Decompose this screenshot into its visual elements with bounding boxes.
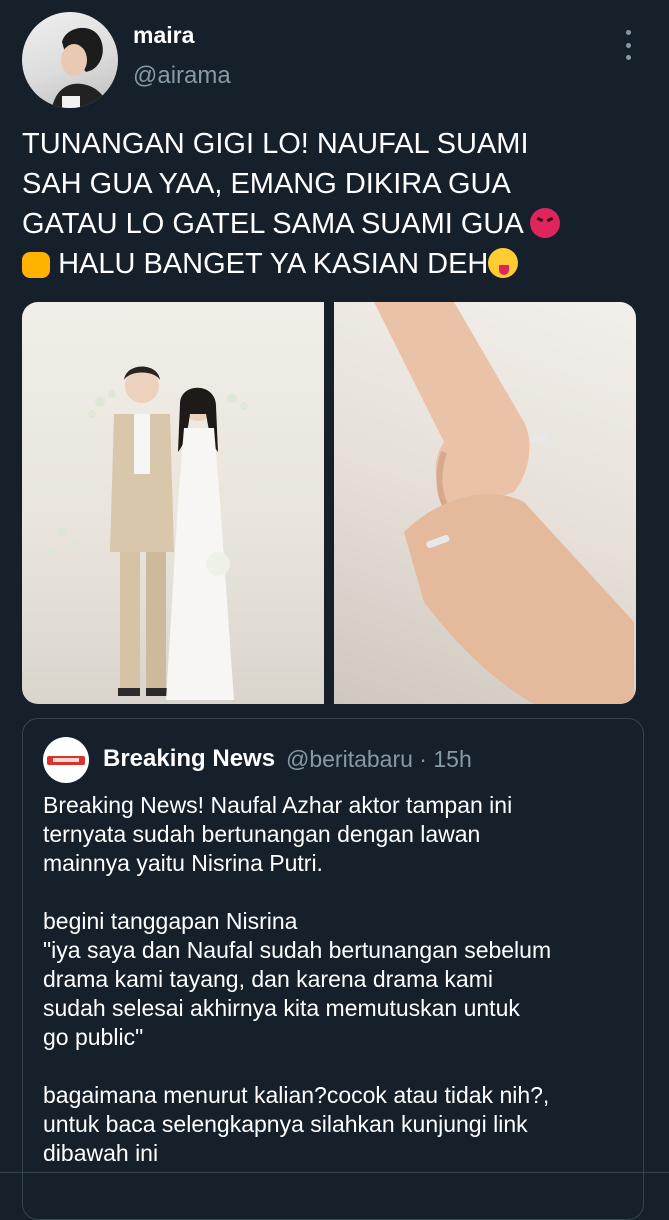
fist-icon xyxy=(22,252,50,278)
zany-face-icon xyxy=(488,248,519,278)
rings-photo[interactable] xyxy=(334,302,636,704)
quoted-author-meta: @beritabaru · 15h xyxy=(286,746,472,772)
quoted-paragraph: bagaimana menurut kalian?cocok atau tida… xyxy=(43,1082,550,1166)
couple-illustration xyxy=(48,366,248,700)
tweet-line: HALU BANGET YA KASIAN DEH xyxy=(58,248,489,280)
tweet-line: SAH GUA YAA, EMANG DIKIRA GUA xyxy=(22,168,511,200)
quoted-author-name: Breaking News xyxy=(103,745,276,772)
quoted-paragraph: Breaking News! Naufal Azhar aktor tampan… xyxy=(43,792,513,876)
tweet-media[interactable] xyxy=(22,302,636,704)
hands-illustration xyxy=(374,302,634,704)
tweet-line: TUNANGAN GIGI LO! NAUFAL SUAMI xyxy=(22,128,529,160)
author-name[interactable]: maira xyxy=(133,22,194,49)
author-handle[interactable]: @airama xyxy=(133,62,231,90)
tweet-text: TUNANGAN GIGI LO! NAUFAL SUAMI SAH GUA Y… xyxy=(22,124,642,284)
quoted-tweet[interactable]: Breaking News @beritabaru · 15h Breaking… xyxy=(22,718,644,1220)
avatar-portrait xyxy=(52,27,108,108)
quoted-author-avatar[interactable] xyxy=(43,737,89,783)
divider xyxy=(0,1172,669,1173)
quoted-paragraph: begini tanggapan Nisrina "iya saya dan N… xyxy=(43,908,552,1050)
couple-photo[interactable] xyxy=(22,302,324,704)
tweet-line: GATAU LO GATEL SAMA SUAMI GUA xyxy=(22,208,523,240)
quoted-tweet-text: Breaking News! Naufal Azhar aktor tampan… xyxy=(43,791,633,1168)
author-avatar[interactable] xyxy=(22,12,118,108)
more-options-icon[interactable] xyxy=(616,30,640,60)
angry-face-icon xyxy=(530,208,561,238)
